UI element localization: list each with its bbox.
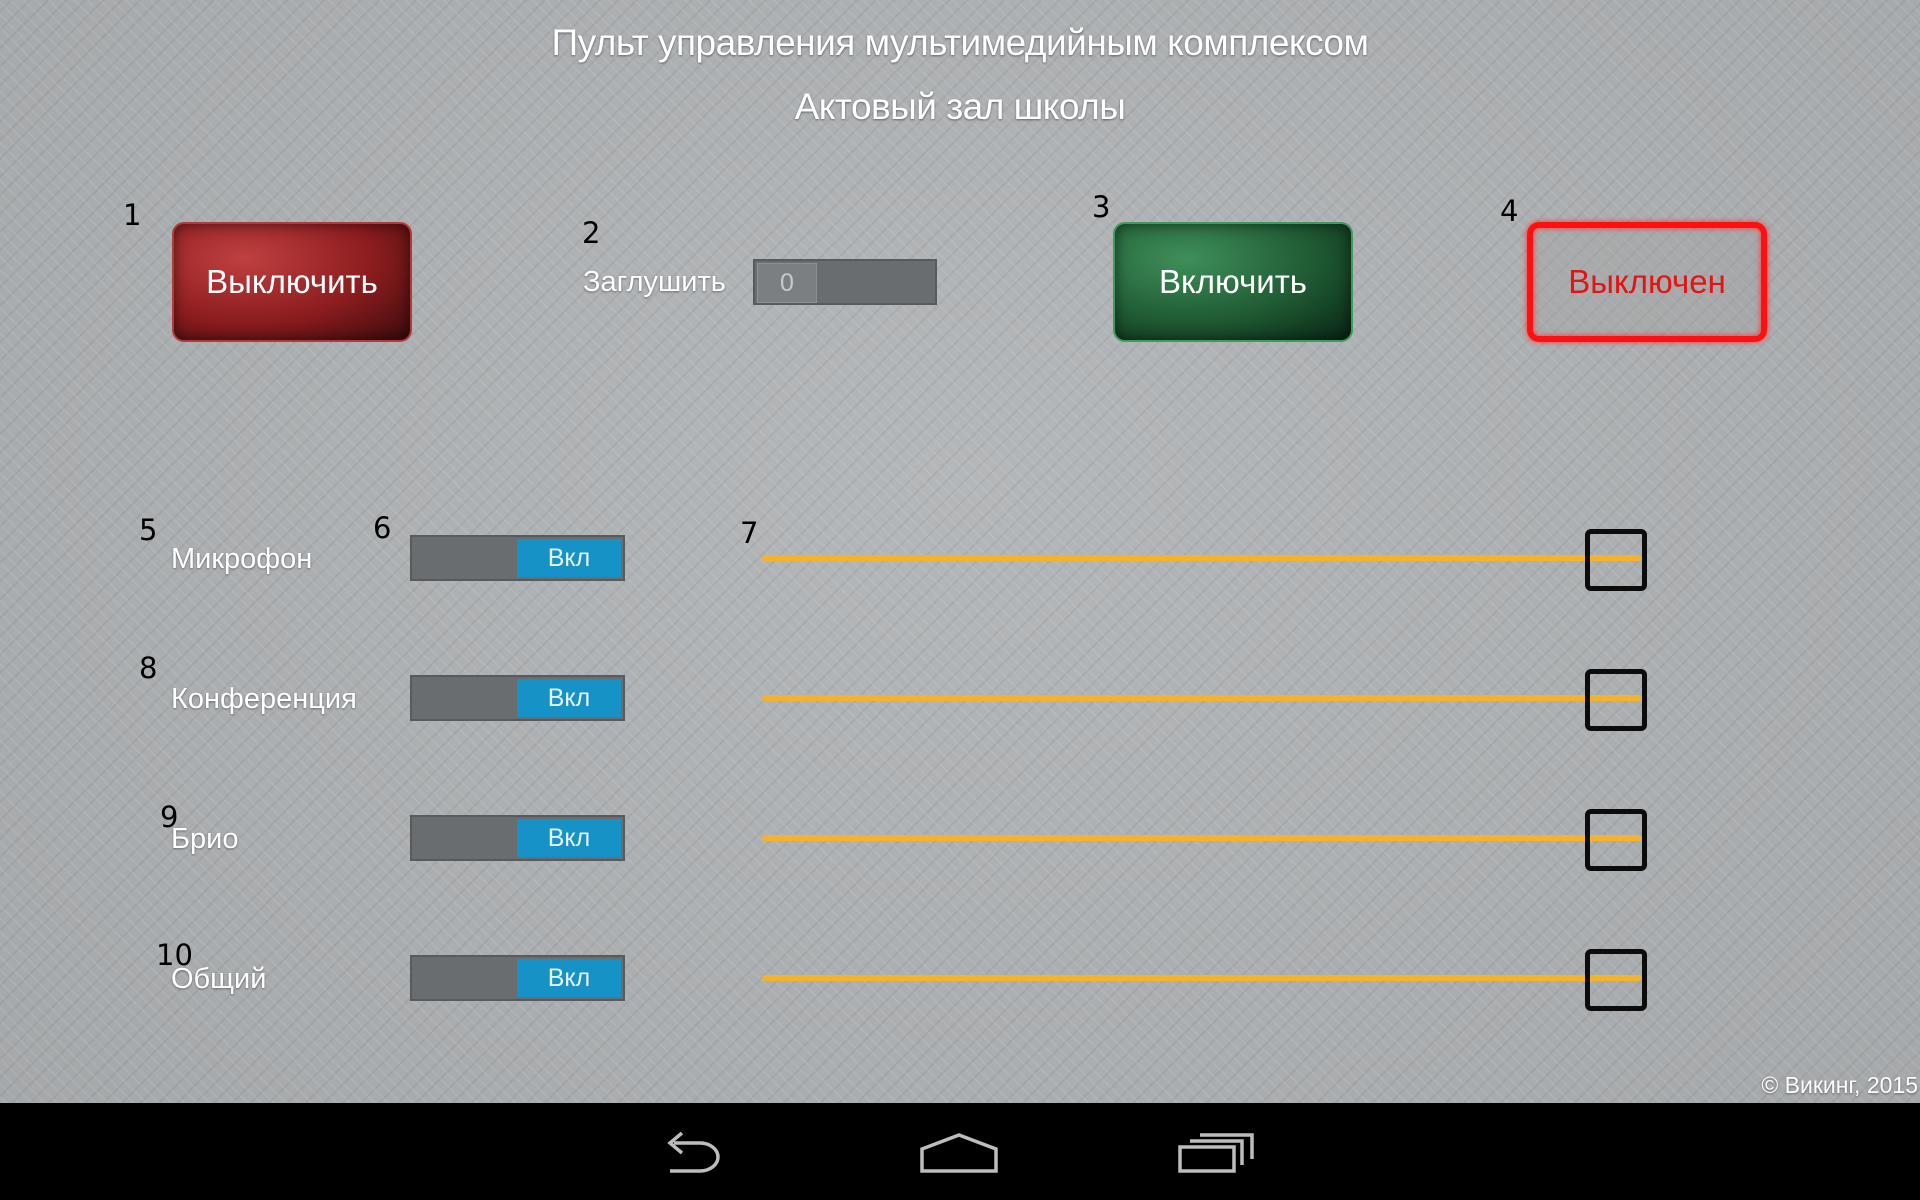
channel-label-master: Общий [171,963,267,995]
marker-7: 7 [740,516,759,550]
marker-5: 5 [139,513,158,547]
channel-toggle-master-label: Вкл [517,959,621,997]
recents-icon[interactable] [1172,1125,1262,1181]
mute-toggle-value: 0 [757,263,817,303]
channel-toggle-microphone[interactable]: Вкл [410,535,625,581]
page-subtitle: Актовый зал школы [794,86,1126,127]
home-icon[interactable] [914,1125,1004,1181]
channel-toggle-brio[interactable]: Вкл [410,815,625,861]
control-panel: Пульт управления мультимедийным комплекс… [0,0,1920,1103]
volume-slider-microphone[interactable] [760,523,1680,595]
marker-3: 3 [1092,190,1111,224]
copyright-text: © Викинг, 2015 [1761,1072,1918,1098]
volume-slider-conference[interactable] [760,663,1680,735]
channel-toggle-microphone-label: Вкл [517,539,621,577]
power-status-indicator: Выключен [1527,222,1767,342]
slider-track [762,835,1642,841]
volume-slider-brio[interactable] [760,803,1680,875]
channel-label-conference: Конференция [171,683,357,715]
power-off-label: Выключить [206,263,378,300]
channel-toggle-conference[interactable]: Вкл [410,675,625,721]
power-on-label: Включить [1158,263,1308,300]
slider-track [762,975,1642,981]
marker-6: 6 [373,511,392,545]
slider-track [762,695,1642,701]
slider-thumb[interactable] [1584,529,1647,591]
page-title: Пульт управления мультимедийным комплекс… [551,22,1369,63]
mute-label: Заглушить [583,266,726,298]
marker-1: 1 [123,198,142,232]
power-status-label: Выключен [1568,263,1726,300]
slider-thumb[interactable] [1584,949,1647,1011]
power-on-button[interactable]: Включить [1113,222,1353,342]
back-icon[interactable] [660,1125,750,1181]
marker-8: 8 [139,651,158,685]
channel-label-brio: Брио [171,823,239,855]
volume-slider-master[interactable] [760,943,1680,1015]
channel-label-microphone: Микрофон [171,543,313,575]
mute-toggle[interactable]: 0 [753,259,937,305]
channel-toggle-master[interactable]: Вкл [410,955,625,1001]
slider-track [762,555,1642,561]
channel-toggle-conference-label: Вкл [517,679,621,717]
slider-thumb[interactable] [1584,809,1647,871]
marker-2: 2 [582,216,601,250]
system-navigation-bar [0,1103,1920,1200]
power-off-button[interactable]: Выключить [172,222,412,342]
marker-4: 4 [1500,194,1519,228]
slider-thumb[interactable] [1584,669,1647,731]
channel-toggle-brio-label: Вкл [517,819,621,857]
